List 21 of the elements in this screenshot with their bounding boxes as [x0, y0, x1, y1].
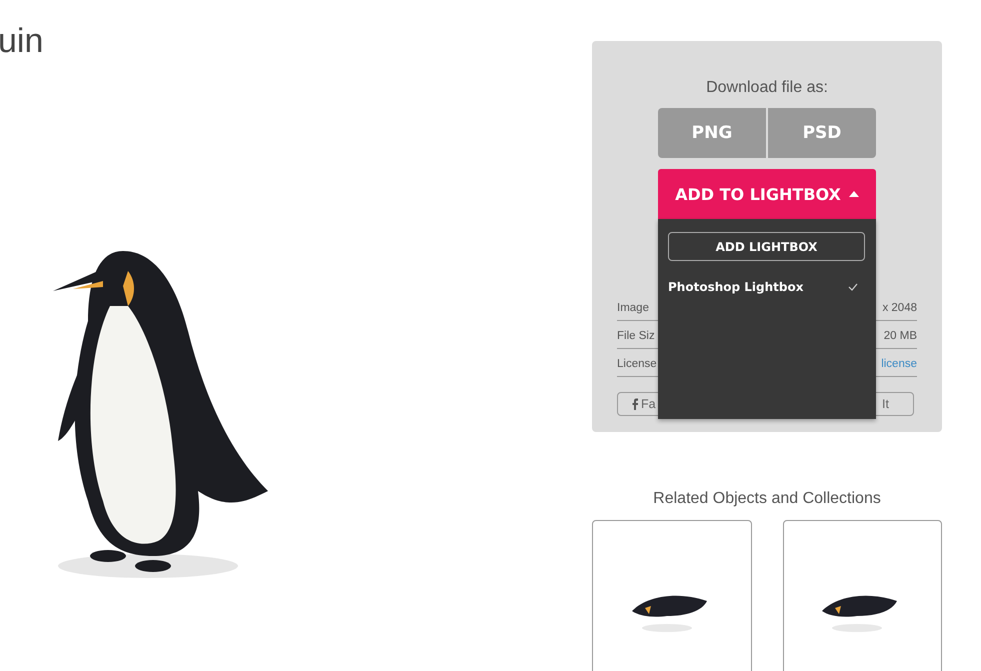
- detail-label: Image: [617, 302, 649, 314]
- detail-label: File Siz: [617, 330, 655, 342]
- facebook-icon: [632, 398, 638, 410]
- add-to-lightbox-button[interactable]: ADD TO LIGHTBOX: [658, 169, 876, 219]
- page-title: uin: [0, 22, 44, 61]
- related-card[interactable]: [592, 520, 752, 671]
- detail-value: x 2048: [882, 302, 917, 314]
- detail-value: 20 MB: [884, 330, 917, 342]
- license-link[interactable]: license: [881, 358, 917, 370]
- detail-label: License: [617, 358, 657, 370]
- format-button[interactable]: PSD: [768, 108, 876, 158]
- check-icon: [848, 283, 858, 291]
- share-button[interactable]: It: [806, 393, 913, 415]
- share-button[interactable]: Fa: [618, 393, 716, 415]
- caret-icon: [848, 191, 859, 197]
- download-label: Download file as:: [706, 79, 828, 97]
- related-title: Related Objects and Collections: [652, 490, 882, 508]
- add-lightbox-button[interactable]: ADD LIGHTBOX: [668, 232, 865, 261]
- lightbox-item[interactable]: Photoshop Lightbox: [668, 280, 866, 294]
- format-button[interactable]: PNG: [658, 108, 766, 158]
- related-card[interactable]: [782, 520, 942, 671]
